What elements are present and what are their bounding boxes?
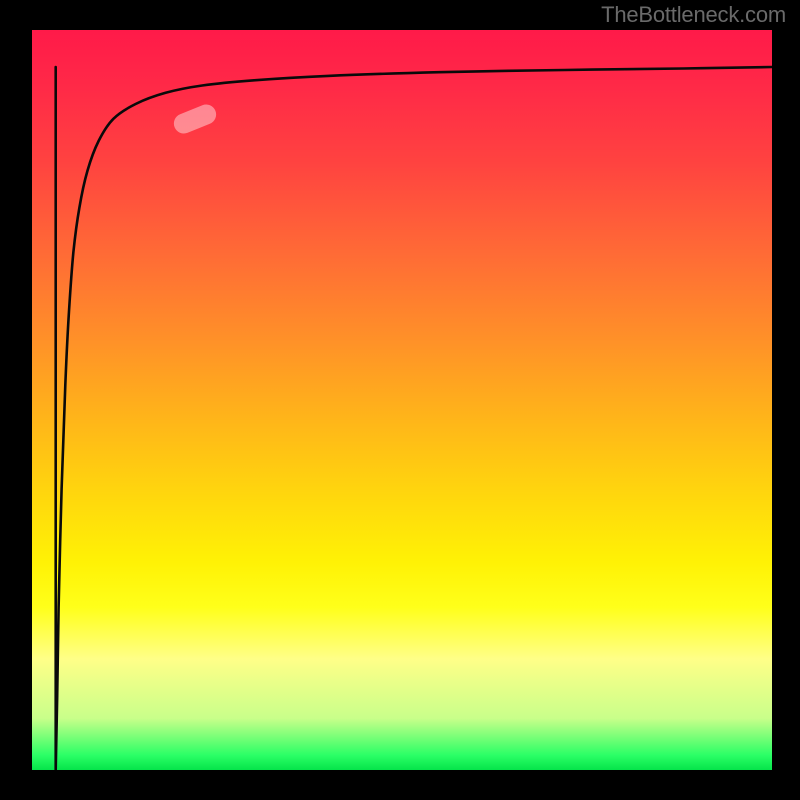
chart-svg <box>32 30 772 770</box>
attribution-label: TheBottleneck.com <box>601 2 786 28</box>
chart-curve <box>56 67 772 770</box>
chart-frame <box>32 30 772 770</box>
